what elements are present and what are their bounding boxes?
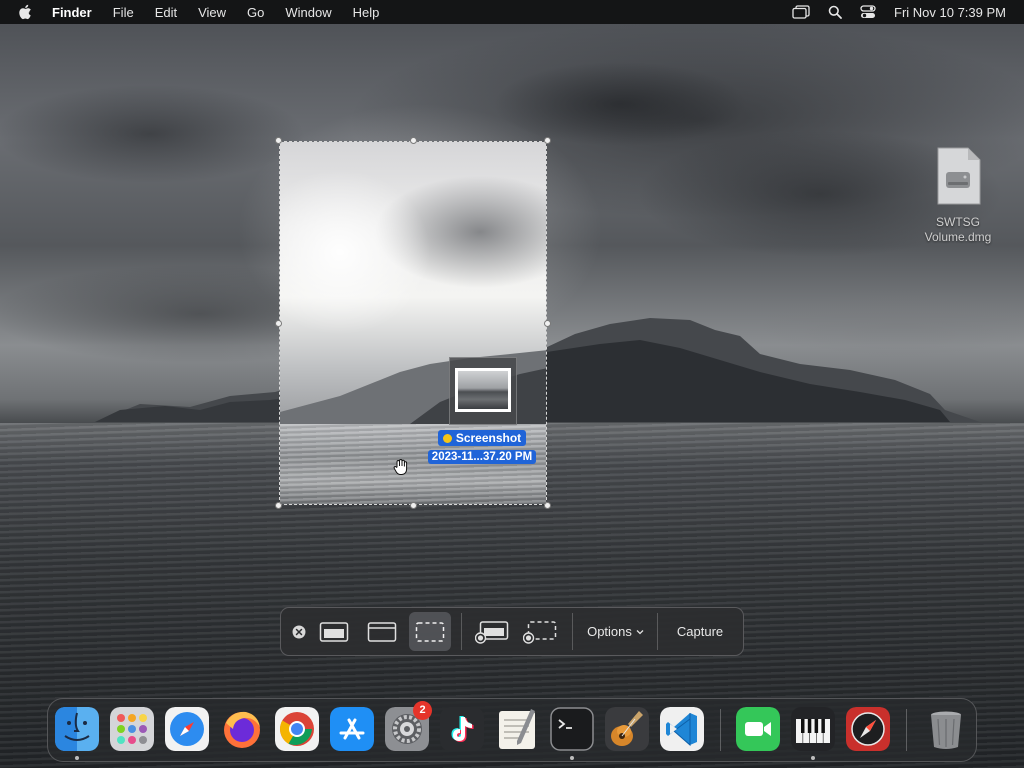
terminal-icon: [550, 707, 594, 751]
menu-bar-clock[interactable]: Fri Nov 10 7:39 PM: [894, 5, 1006, 20]
selection-handle-bottom-left[interactable]: [275, 502, 282, 509]
control-center-icon[interactable]: [860, 5, 876, 19]
safari-icon: [165, 707, 209, 751]
trash-icon: [931, 711, 961, 749]
dock-running-indicator: [811, 756, 815, 760]
close-icon: [292, 625, 306, 638]
toolbar-separator: [461, 613, 462, 650]
system-settings-notification-badge: 2: [413, 701, 432, 720]
dock-app-tiktok[interactable]: [440, 707, 484, 751]
dock-app-visual-studio-code[interactable]: [660, 707, 704, 751]
screenshot-thumbnail-image: [455, 368, 511, 412]
record-entire-screen-icon: [475, 620, 509, 644]
menu-edit[interactable]: Edit: [155, 5, 177, 20]
piano-icon: [791, 707, 835, 751]
dock-app-compass[interactable]: [846, 707, 890, 751]
dock-app-chrome[interactable]: [275, 707, 319, 751]
toolbar-separator: [572, 613, 573, 650]
window-icon[interactable]: [792, 5, 810, 19]
dock-separator: [720, 709, 721, 751]
options-label: Options: [587, 624, 632, 639]
dock-app-trash[interactable]: [924, 707, 968, 751]
selection-handle-bottom-right[interactable]: [544, 502, 551, 509]
dock-app-garageband[interactable]: [605, 707, 649, 751]
close-toolbar-button[interactable]: [287, 612, 311, 651]
menu-app-finder[interactable]: Finder: [52, 5, 92, 20]
hand-cursor-icon: [393, 458, 408, 475]
textedit-icon: [499, 709, 535, 749]
record-entire-screen-button[interactable]: [470, 612, 514, 651]
dock-app-terminal[interactable]: [550, 707, 594, 751]
menu-bar-status-area: Fri Nov 10 7:39 PM: [792, 0, 1006, 24]
dock-separator: [906, 709, 907, 751]
tiktok-icon: [440, 707, 484, 751]
capture-window-button[interactable]: [361, 612, 403, 651]
vscode-icon: [660, 707, 704, 751]
dock: [47, 698, 977, 762]
capture-selection-button[interactable]: [409, 612, 451, 651]
menu-bar: Finder File Edit View Go Window Help Fri…: [0, 0, 1024, 24]
selection-handle-top-right[interactable]: [544, 137, 551, 144]
chevron-down-icon: [636, 629, 644, 634]
dock-running-indicator: [570, 756, 574, 760]
app-store-icon: [330, 707, 374, 751]
apple-menu-icon[interactable]: [18, 4, 32, 20]
compass-icon: [846, 707, 890, 751]
dock-app-safari[interactable]: [165, 707, 209, 751]
capture-button[interactable]: Capture: [661, 612, 739, 651]
selection-handle-left[interactable]: [275, 320, 282, 327]
menu-go[interactable]: Go: [247, 5, 264, 20]
capture-entire-screen-button[interactable]: [313, 612, 355, 651]
options-button[interactable]: Options: [577, 612, 655, 651]
firefox-icon: [224, 711, 260, 748]
thumbnail-title: Screenshot: [455, 431, 522, 445]
screenshot-thumbnail-label[interactable]: Screenshot 2023-11...37.20 PM: [421, 429, 543, 465]
facetime-icon: [736, 707, 780, 751]
dock-running-indicator: [75, 756, 79, 760]
dock-app-launchpad[interactable]: [110, 707, 154, 751]
selection-handle-bottom[interactable]: [410, 502, 417, 509]
search-icon[interactable]: [828, 5, 842, 19]
screenshot-thumbnail[interactable]: [449, 357, 517, 425]
thumbnail-subtitle: 2023-11...37.20 PM: [427, 450, 537, 464]
menu-view[interactable]: View: [198, 5, 226, 20]
yellow-tag-icon: [442, 434, 452, 443]
toolbar-separator: [657, 613, 658, 650]
selection-handle-top-left[interactable]: [275, 137, 282, 144]
capture-entire-screen-icon: [319, 621, 349, 642]
dock-app-app-store[interactable]: [330, 707, 374, 751]
capture-window-icon: [367, 621, 397, 642]
desktop-icon-swtsg-volume[interactable]: SWTSG Volume.dmg: [918, 146, 998, 245]
chrome-icon: [275, 707, 319, 751]
menu-window[interactable]: Window: [285, 5, 331, 20]
menu-file[interactable]: File: [113, 5, 134, 20]
garageband-icon: [605, 707, 649, 751]
menu-help[interactable]: Help: [353, 5, 380, 20]
selection-handle-top[interactable]: [410, 137, 417, 144]
dock-app-textedit[interactable]: [495, 707, 539, 751]
selection-handle-right[interactable]: [544, 320, 551, 327]
capture-selection-icon: [415, 621, 445, 642]
disk-image-icon: [937, 147, 981, 205]
dock-app-facetime[interactable]: [736, 707, 780, 751]
record-selection-button[interactable]: [518, 612, 562, 651]
screenshot-toolbar: Options Capture: [280, 607, 744, 656]
record-selection-icon: [523, 620, 557, 644]
finder-icon: [55, 707, 99, 751]
dock-app-piano[interactable]: [791, 707, 835, 751]
desktop-icon-label: SWTSG Volume.dmg: [924, 215, 992, 244]
dock-app-finder[interactable]: [55, 707, 99, 751]
launchpad-icon: [110, 707, 154, 751]
dock-app-firefox[interactable]: [220, 707, 264, 751]
capture-label: Capture: [676, 624, 724, 639]
